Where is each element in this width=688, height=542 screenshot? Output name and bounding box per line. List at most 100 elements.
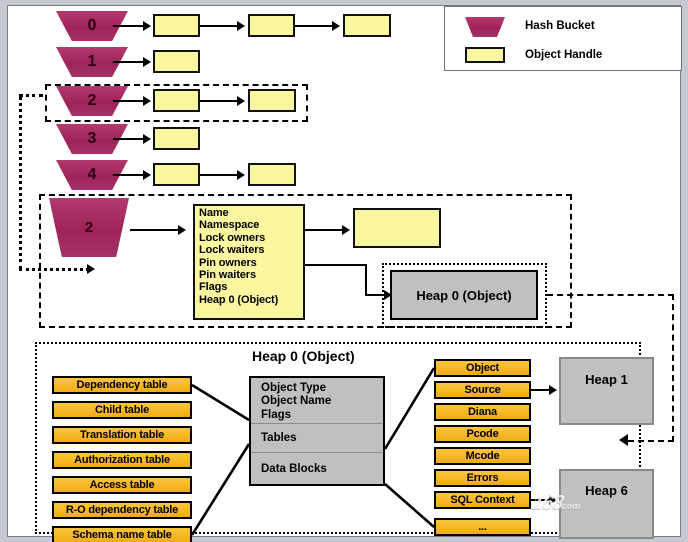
object-handle-0-2[interactable] bbox=[248, 14, 295, 37]
table-item-schema-name[interactable]: Schema name table bbox=[52, 526, 192, 542]
connector-4-1-2 bbox=[200, 174, 238, 176]
connector-heap0-elbow-h1 bbox=[305, 264, 367, 266]
datablock-item-mcode-label: Mcode bbox=[465, 450, 500, 462]
arrow-bucket0-h1 bbox=[143, 21, 151, 31]
arrow-bucket4-h1 bbox=[143, 170, 151, 180]
connector-detail-bucket-handle bbox=[130, 229, 180, 231]
heap-1-label: Heap 1 bbox=[585, 371, 628, 387]
datablock-item-errors-label: Errors bbox=[466, 472, 499, 484]
table-item-access-label: Access table bbox=[89, 479, 155, 491]
detail-handle-fields[interactable]: Name Namespace Lock owners Lock waiters … bbox=[193, 204, 305, 320]
heap0-section-tables: Tables bbox=[251, 423, 383, 452]
connector-bucket4-h1 bbox=[113, 174, 145, 176]
table-item-authorization[interactable]: Authorization table bbox=[52, 451, 192, 469]
datablock-item-more[interactable]: ... bbox=[434, 518, 531, 536]
heap0-to-detail-line-h bbox=[547, 294, 674, 298]
connector-bucket1-h1 bbox=[113, 61, 145, 63]
detail-next-handle[interactable] bbox=[353, 208, 441, 248]
datablock-item-source-label: Source bbox=[464, 384, 501, 396]
zoom-connector-top bbox=[19, 94, 43, 97]
watermark: 168com bbox=[530, 492, 584, 515]
object-handle-3-1[interactable] bbox=[153, 127, 200, 150]
table-item-dependency-label: Dependency table bbox=[76, 379, 168, 391]
arrow-2-1-2 bbox=[237, 96, 245, 106]
datablock-item-source[interactable]: Source bbox=[434, 381, 531, 399]
diagram-root: Hash Bucket Object Handle 0 1 2 3 4 2 Na… bbox=[0, 0, 688, 542]
arrow-4-1-2 bbox=[237, 170, 245, 180]
heap0-section-data-blocks: Data Blocks bbox=[251, 452, 383, 484]
heap0-box[interactable]: Heap 0 (Object) bbox=[390, 270, 538, 320]
datablock-item-object-label: Object bbox=[465, 362, 500, 374]
heap0-attr-flags: Flags bbox=[261, 408, 292, 421]
datablock-item-pcode[interactable]: Pcode bbox=[434, 425, 531, 443]
table-item-access[interactable]: Access table bbox=[52, 476, 192, 494]
hash-bucket-1-label: 1 bbox=[87, 53, 97, 70]
object-handle-0-3[interactable] bbox=[343, 14, 391, 37]
heap0-box-label: Heap 0 (Object) bbox=[416, 287, 512, 303]
heap0-attr-object-type: Object Type bbox=[261, 382, 326, 394]
heap-6-label: Heap 6 bbox=[585, 482, 628, 498]
handle-field-pin-owners: Pin owners bbox=[199, 256, 257, 269]
connector-bucket0-h1 bbox=[113, 25, 145, 27]
datablock-item-sql-context[interactable]: SQL Context bbox=[434, 491, 531, 509]
arrow-0-1-2 bbox=[237, 21, 245, 31]
datablock-item-diana-label: Diana bbox=[468, 406, 497, 418]
detail-hash-bucket[interactable]: 2 bbox=[49, 198, 129, 257]
hash-bucket-2-label: 2 bbox=[87, 92, 97, 109]
heap0-section-attributes: Object Type Object Name Flags bbox=[251, 378, 383, 423]
arrow-bucket3-h1 bbox=[143, 134, 151, 144]
datablock-item-diana[interactable]: Diana bbox=[434, 403, 531, 421]
table-item-child[interactable]: Child table bbox=[52, 401, 192, 419]
datablock-item-mcode[interactable]: Mcode bbox=[434, 447, 531, 465]
connector-source-heap1 bbox=[531, 389, 551, 391]
object-handle-0-1[interactable] bbox=[153, 14, 200, 37]
legend-object-handle-icon bbox=[465, 47, 505, 63]
legend-hash-bucket-icon bbox=[465, 17, 505, 37]
heap-detail-title: Heap 0 (Object) bbox=[252, 348, 355, 364]
heap0-attr-object-name: Object Name bbox=[261, 395, 332, 408]
legend-label-hash-bucket: Hash Bucket bbox=[525, 20, 595, 32]
table-item-ro-dependency-label: R-O dependency table bbox=[65, 504, 179, 516]
datablock-item-errors[interactable]: Errors bbox=[434, 469, 531, 487]
connector-heap0-elbow-v bbox=[365, 264, 367, 296]
detail-hash-bucket-label: 2 bbox=[84, 219, 94, 236]
arrow-bucket2-h1 bbox=[143, 96, 151, 106]
hash-bucket-4-label: 4 bbox=[87, 166, 97, 183]
hash-bucket-0-label: 0 bbox=[87, 17, 97, 34]
datablock-item-pcode-label: Pcode bbox=[466, 428, 499, 440]
watermark-suffix: com bbox=[560, 501, 582, 511]
object-handle-2-2[interactable] bbox=[248, 89, 296, 112]
hash-bucket-3-label: 3 bbox=[87, 130, 97, 147]
heap-1-box[interactable]: Heap 1 bbox=[559, 357, 654, 425]
handle-field-name: Name bbox=[199, 207, 229, 219]
table-item-translation-label: Translation table bbox=[79, 429, 164, 441]
legend-panel: Hash Bucket Object Handle bbox=[444, 6, 682, 71]
connector-2-1-2 bbox=[200, 100, 238, 102]
arrow-bucket1-h1 bbox=[143, 57, 151, 67]
handle-field-lock-waiters: Lock waiters bbox=[199, 244, 265, 257]
table-item-dependency[interactable]: Dependency table bbox=[52, 376, 192, 394]
handle-field-lock-owners: Lock owners bbox=[199, 231, 266, 244]
zoom-connector-vertical bbox=[19, 96, 22, 270]
arrow-0-2-3 bbox=[332, 21, 340, 31]
heap0-to-detail-line-v bbox=[672, 294, 676, 442]
table-item-ro-dependency[interactable]: R-O dependency table bbox=[52, 501, 192, 519]
connector-bucket2-h1 bbox=[113, 100, 145, 102]
handle-field-pin-waiters: Pin waiters bbox=[199, 269, 256, 282]
connector-0-2-3 bbox=[295, 25, 333, 27]
object-handle-4-1[interactable] bbox=[153, 163, 200, 186]
connector-0-1-2 bbox=[200, 25, 238, 27]
object-handle-2-1[interactable] bbox=[153, 89, 200, 112]
heap0-structure-table[interactable]: Object Type Object Name Flags Tables Dat… bbox=[249, 376, 385, 486]
table-item-translation[interactable]: Translation table bbox=[52, 426, 192, 444]
datablock-item-more-label: ... bbox=[478, 521, 487, 533]
arrow-detail-next-handle bbox=[342, 225, 350, 235]
legend-label-object-handle: Object Handle bbox=[525, 49, 603, 61]
handle-field-flags: Flags bbox=[199, 281, 228, 294]
object-handle-4-2[interactable] bbox=[248, 163, 296, 186]
object-handle-1-1[interactable] bbox=[153, 50, 200, 73]
datablock-item-object[interactable]: Object bbox=[434, 359, 531, 377]
arrow-source-heap1 bbox=[549, 385, 557, 395]
handle-field-heap0: Heap 0 (Object) bbox=[199, 293, 279, 306]
datablock-item-sql-context-label: SQL Context bbox=[450, 494, 515, 506]
